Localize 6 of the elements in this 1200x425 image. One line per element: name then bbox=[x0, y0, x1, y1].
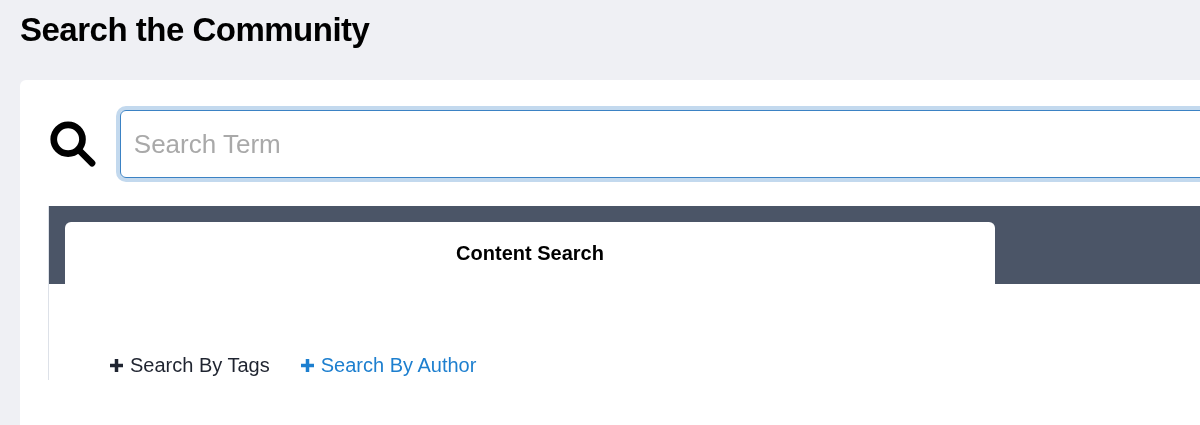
tab[interactable]: Content Search bbox=[65, 222, 995, 284]
page-title: Search the Community bbox=[20, 10, 370, 50]
filter-link[interactable]: Search By Author bbox=[299, 350, 477, 380]
plus-icon bbox=[299, 357, 315, 373]
plus-icon bbox=[109, 357, 124, 373]
filter-link[interactable]: Search By Tags bbox=[109, 350, 270, 380]
